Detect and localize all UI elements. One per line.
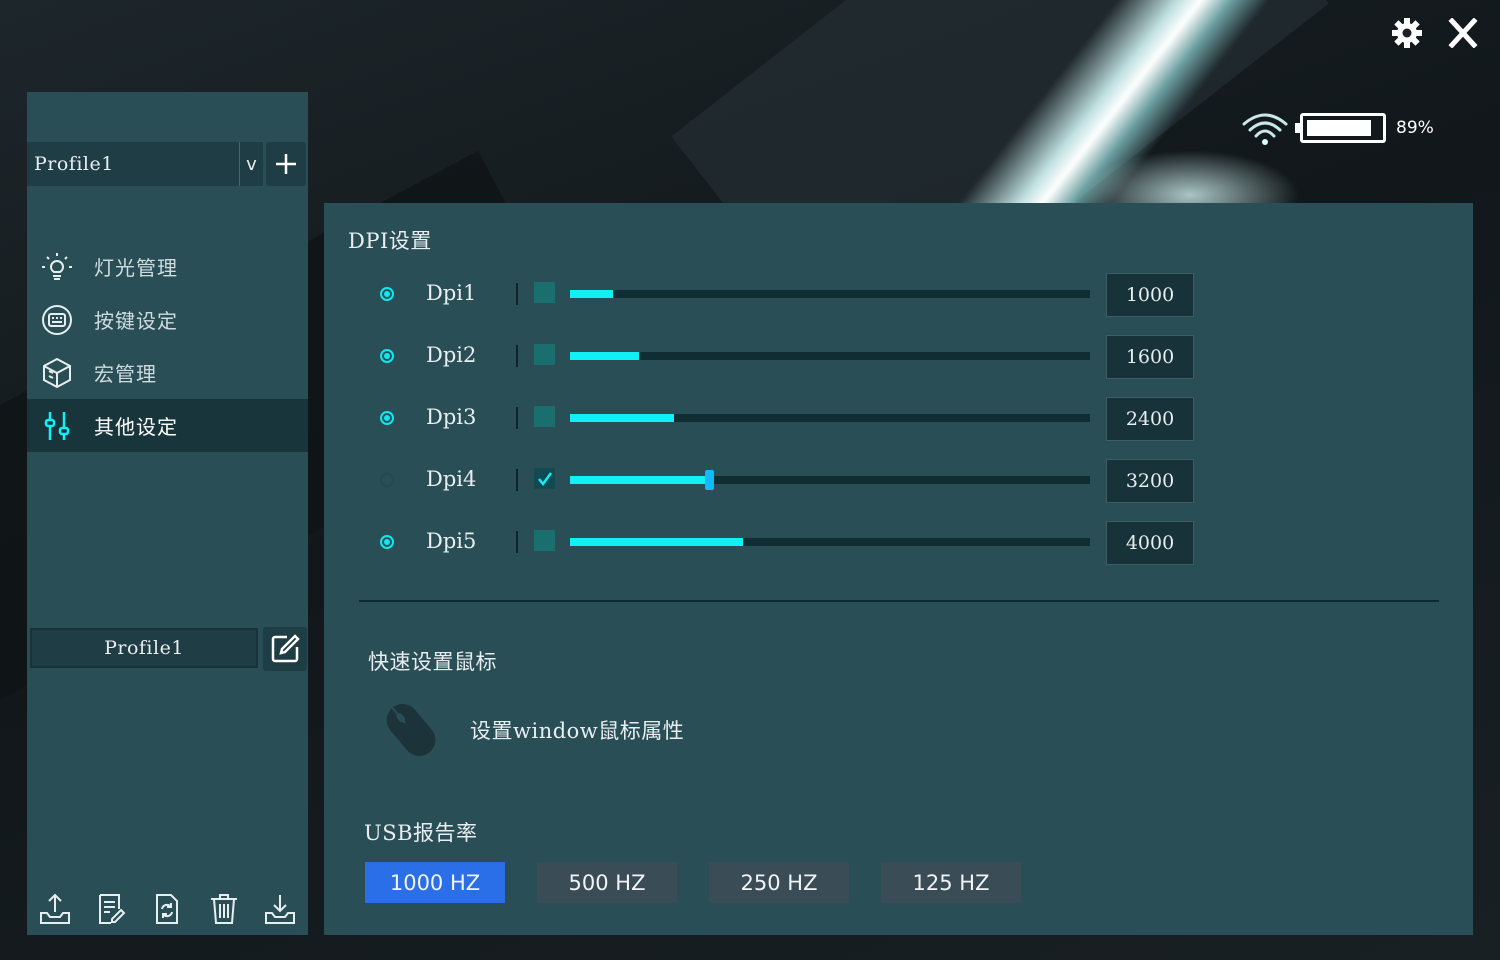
dpi-slider-fill [570, 352, 640, 360]
sidebar-item-lighting[interactable]: 灯光管理 [27, 240, 308, 293]
windows-mouse-properties-link[interactable]: 设置window鼠标属性 [376, 695, 684, 765]
dpi-slider[interactable] [570, 538, 1090, 546]
dpi-slider[interactable] [570, 290, 1090, 298]
dpi-value-field[interactable]: 1600 [1106, 335, 1194, 379]
dpi-label: Dpi4 [426, 467, 477, 491]
dpi-checkbox[interactable] [534, 530, 555, 551]
mouse-icon [386, 704, 436, 756]
battery-level [1307, 120, 1372, 136]
dpi-value-field[interactable]: 1000 [1106, 273, 1194, 317]
windows-mouse-properties-label: 设置window鼠标属性 [470, 719, 685, 743]
dpi-label: Dpi2 [426, 343, 477, 367]
sidebar-item-other-settings[interactable]: 其他设定 [27, 399, 308, 452]
dpi-row: Dpi3 2400 [324, 397, 1473, 441]
dpi-label: Dpi3 [426, 405, 477, 429]
usb-report-rate-title: USB报告率 [364, 821, 478, 845]
sidebar-item-label: 宏管理 [94, 362, 157, 386]
dpi-checkbox[interactable] [534, 468, 555, 489]
dpi-separator [516, 469, 518, 491]
dpi-checkbox[interactable] [534, 282, 555, 303]
dpi-value-field[interactable]: 4000 [1106, 521, 1194, 565]
window-controls [1390, 16, 1480, 50]
dpi-checkbox[interactable] [534, 344, 555, 365]
wifi-icon [1242, 113, 1288, 145]
settings-panel: DPI设置 Dpi1 1000 Dpi2 1600 Dpi3 2400 Dpi4… [324, 203, 1473, 935]
report-rate-250-button[interactable]: 250 HZ [709, 862, 849, 903]
battery-percent: 89% [1396, 118, 1434, 138]
dpi-label: Dpi1 [426, 281, 477, 305]
usb-report-rate-options: 1000 HZ 500 HZ 250 HZ 125 HZ [365, 862, 1021, 903]
battery-icon [1295, 113, 1386, 143]
trash-icon[interactable] [204, 889, 244, 929]
dpi-separator [516, 531, 518, 553]
refresh-icon[interactable] [147, 889, 187, 929]
dpi-separator [516, 283, 518, 305]
profile-select-value: Profile1 [34, 153, 114, 175]
sidebar-item-label: 按键设定 [94, 309, 178, 333]
dpi-radio[interactable] [380, 473, 394, 487]
dpi-radio[interactable] [380, 535, 394, 549]
dpi-separator [516, 407, 518, 429]
profile-name-field[interactable]: Profile1 [30, 628, 258, 668]
dpi-value-field[interactable]: 2400 [1106, 397, 1194, 441]
quick-setup-title: 快速设置鼠标 [368, 650, 497, 674]
sidebar-item-keys[interactable]: 按键设定 [27, 293, 308, 346]
report-rate-1000-button[interactable]: 1000 HZ [365, 862, 505, 903]
device-status: 89% [1240, 110, 1434, 146]
sidebar-item-label: 其他设定 [94, 415, 178, 439]
sidebar-item-macro[interactable]: 宏管理 [27, 346, 308, 399]
dpi-section-title: DPI设置 [348, 229, 432, 253]
sidebar: Profile1 v 灯光管理 按键设定 宏管理 其他设定 Profile1 [27, 92, 308, 935]
keys-icon [39, 302, 75, 338]
dpi-slider-thumb[interactable] [704, 470, 714, 490]
sidebar-item-label: 灯光管理 [94, 256, 178, 280]
macro-cube-icon [39, 355, 75, 391]
dpi-radio[interactable] [380, 349, 394, 363]
light-icon [39, 249, 75, 285]
sliders-icon [39, 408, 75, 444]
dpi-slider[interactable] [570, 470, 1090, 490]
dpi-slider[interactable] [570, 414, 1090, 422]
edit-icon [271, 634, 300, 663]
add-profile-button[interactable] [266, 142, 306, 186]
export-icon[interactable] [35, 889, 75, 929]
notes-icon[interactable] [91, 889, 131, 929]
dpi-slider-fill [570, 290, 614, 298]
report-rate-125-button[interactable]: 125 HZ [881, 862, 1021, 903]
sidebar-nav: 灯光管理 按键设定 宏管理 其他设定 [27, 240, 308, 452]
dpi-checkbox[interactable] [534, 406, 555, 427]
section-divider [359, 600, 1439, 602]
report-rate-500-button[interactable]: 500 HZ [537, 862, 677, 903]
settings-gear-icon[interactable] [1390, 16, 1424, 50]
profile-toolbar [27, 882, 308, 935]
dpi-radio[interactable] [380, 411, 394, 425]
profile-select[interactable]: Profile1 [27, 142, 239, 186]
dpi-row: Dpi4 3200 [324, 459, 1473, 503]
dpi-slider-fill [570, 538, 744, 546]
dpi-row: Dpi2 1600 [324, 335, 1473, 379]
dpi-row: Dpi5 4000 [324, 521, 1473, 565]
dpi-slider-fill [570, 414, 674, 422]
dpi-separator [516, 345, 518, 367]
dpi-value-field[interactable]: 3200 [1106, 459, 1194, 503]
close-icon[interactable] [1446, 16, 1480, 50]
dpi-slider[interactable] [570, 352, 1090, 360]
dpi-radio[interactable] [380, 287, 394, 301]
plus-icon [276, 154, 296, 174]
dpi-slider-fill [570, 476, 709, 484]
import-icon[interactable] [260, 889, 300, 929]
edit-profile-button[interactable] [263, 627, 307, 671]
dpi-row: Dpi1 1000 [324, 273, 1473, 317]
checkmark-icon [537, 471, 552, 486]
dpi-label: Dpi5 [426, 529, 477, 553]
profile-dropdown-toggle[interactable]: v [239, 142, 263, 186]
